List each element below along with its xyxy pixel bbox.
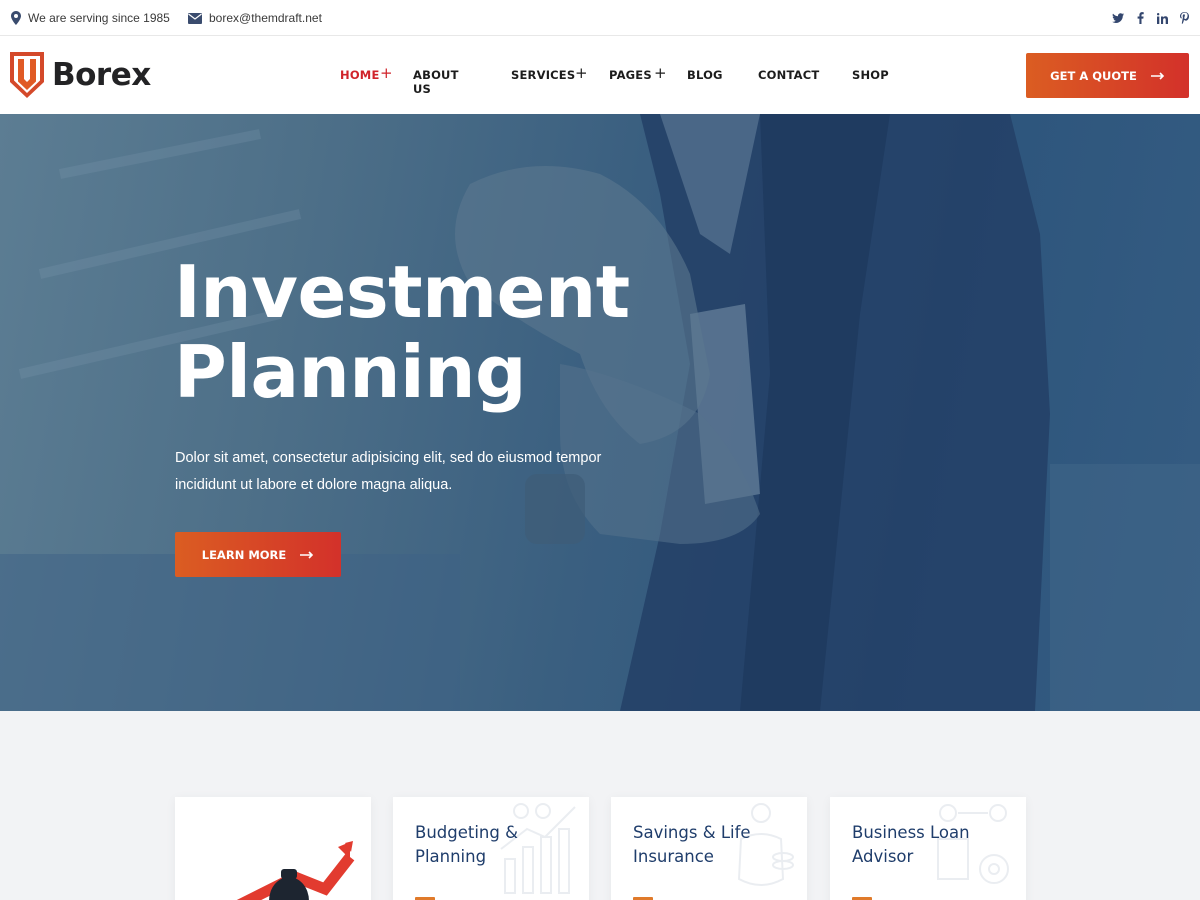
top-bar: We are serving since 1985 borex@themdraf… [0,0,1200,36]
pinterest-icon[interactable] [1178,11,1190,25]
hero-description-line-1: Dolor sit amet, consectetur adipisicing … [175,450,602,466]
nav-item-contact[interactable]: CONTACT [758,68,819,82]
nav-item-shop[interactable]: SHOP [852,68,889,82]
hero-banner: Investment Planning Dolor sit amet, cons… [0,114,1200,711]
location-text: We are serving since 1985 [28,11,170,25]
learn-more-label: LEARN MORE [201,547,287,562]
twitter-icon[interactable] [1112,11,1124,25]
service-card-budgeting[interactable]: Budgeting & Planning [393,797,589,900]
get-a-quote-button[interactable]: GET A QUOTE [1026,53,1189,98]
hero-description-line-2: incididunt ut labore et dolore magna ali… [175,477,453,493]
email-text[interactable]: borex@themdraft.net [209,11,322,25]
logo[interactable]: Borex [10,52,151,98]
arrow-right-icon [300,550,314,559]
hero-description: Dolor sit amet, consectetur adipisicing … [175,445,655,499]
social-links [1112,0,1190,36]
hero-title: Investment Planning [174,252,630,412]
shield-logo-icon [10,52,44,98]
service-card-featured[interactable] [175,797,371,900]
plus-icon[interactable]: + [654,64,667,82]
map-pin-icon [11,11,21,25]
money-bag-growth-icon [236,841,355,900]
nav-item-pages[interactable]: PAGES [609,68,652,82]
title-line-2: Planning [415,847,487,866]
logo-text: Borex [52,57,151,93]
hero-title-line-2: Planning [174,330,527,414]
service-card-title: Savings & Life Insurance [633,821,751,869]
plus-icon[interactable]: + [380,64,393,82]
learn-more-button[interactable]: LEARN MORE [175,532,341,577]
email-info[interactable]: borex@themdraft.net [188,0,322,36]
site-header: Borex HOME + ABOUT US SERVICES + PAGES +… [0,36,1200,114]
service-card-title: Budgeting & Planning [415,821,518,869]
plus-icon[interactable]: + [575,64,588,82]
hero-title-line-1: Investment [174,250,630,334]
linkedin-icon[interactable] [1156,11,1168,25]
title-line-1: Business Loan [852,823,970,842]
title-line-2: Advisor [852,847,914,866]
facebook-icon[interactable] [1134,11,1146,25]
get-a-quote-label: GET A QUOTE [1050,68,1137,83]
arrow-right-icon [1150,71,1164,80]
title-line-2: Insurance [633,847,714,866]
nav-item-blog[interactable]: BLOG [687,68,723,82]
service-card-savings[interactable]: Savings & Life Insurance [611,797,807,900]
title-line-1: Budgeting & [415,823,518,842]
nav-item-about-us[interactable]: ABOUT US [413,68,459,96]
services-section: Budgeting & Planning Savings & Life Insu… [0,711,1200,900]
location-info: We are serving since 1985 [11,0,170,36]
nav-item-home[interactable]: HOME [340,68,380,82]
envelope-icon [188,12,202,24]
service-card-business-loan[interactable]: Business Loan Advisor [830,797,1026,900]
service-card-title: Business Loan Advisor [852,821,970,869]
nav-item-services[interactable]: SERVICES [511,68,575,82]
title-line-1: Savings & Life [633,823,751,842]
